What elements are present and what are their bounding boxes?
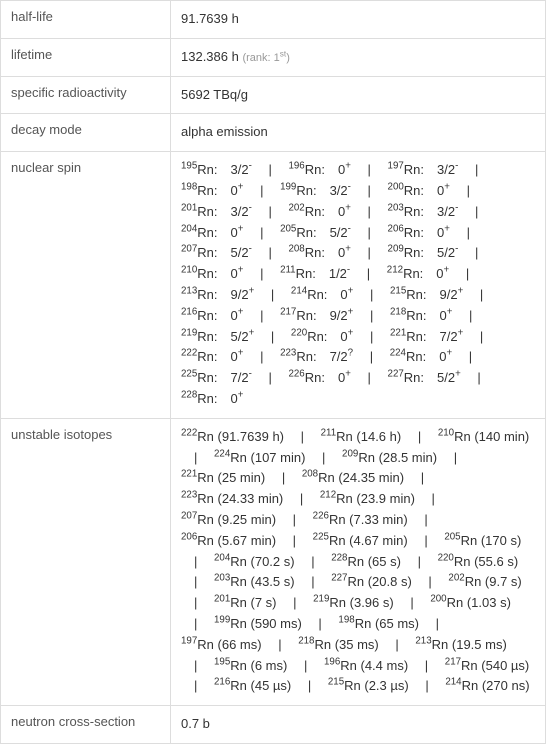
unstable-isotope-entry: 214Rn (270 ns) (445, 678, 529, 693)
nuclear-spin-entry: 223Rn: 7/2? (280, 349, 353, 364)
unstable-isotope-entry: 200Rn (1.03 s) (430, 595, 511, 610)
value-unstable-isotopes: 222Rn (91.7639 h) | 211Rn (14.6 h) | 210… (171, 418, 546, 705)
label-neutron-cross-section: neutron cross-section (1, 706, 171, 744)
label-half-life: half-life (1, 1, 171, 39)
unstable-isotope-entry: 213Rn (19.5 ms) (415, 637, 506, 652)
unstable-isotope-entry: 207Rn (9.25 min) (181, 512, 276, 527)
unstable-isotope-entry: 209Rn (28.5 min) (342, 450, 437, 465)
unstable-isotope-entry: 222Rn (91.7639 h) (181, 429, 284, 444)
nuclear-spin-entry: 196Rn: 0+ (288, 162, 350, 177)
unstable-isotope-entry: 219Rn (3.96 s) (313, 595, 394, 610)
value-nuclear-spin: 195Rn: 3/2- | 196Rn: 0+ | 197Rn: 3/2- | … (171, 152, 546, 419)
unstable-isotope-entry: 195Rn (6 ms) (214, 658, 287, 673)
unstable-isotope-entry: 225Rn (4.67 min) (313, 533, 408, 548)
unstable-isotope-entry: 203Rn (43.5 s) (214, 574, 295, 589)
unstable-isotope-entry: 196Rn (4.4 ms) (324, 658, 408, 673)
unstable-isotope-entry: 206Rn (5.67 min) (181, 533, 276, 548)
nuclear-spin-entry: 203Rn: 3/2- (388, 204, 459, 219)
label-unstable-isotopes: unstable isotopes (1, 418, 171, 705)
nuclear-spin-entry: 218Rn: 0+ (390, 308, 452, 323)
row-neutron-cross-section: neutron cross-section 0.7 b (1, 706, 546, 744)
unstable-isotope-entry: 216Rn (45 µs) (214, 678, 291, 693)
unstable-isotope-entry: 210Rn (140 min) (438, 429, 529, 444)
nuclear-spin-entry: 222Rn: 0+ (181, 349, 243, 364)
nuclear-spin-entry: 202Rn: 0+ (288, 204, 350, 219)
unstable-isotope-entry: 226Rn (7.33 min) (313, 512, 408, 527)
unstable-isotope-entry: 201Rn (7 s) (214, 595, 277, 610)
unstable-isotope-entry: 199Rn (590 ms) (214, 616, 302, 631)
value-half-life: 91.7639 h (171, 1, 546, 39)
row-half-life: half-life 91.7639 h (1, 1, 546, 39)
unstable-isotope-entry: 212Rn (23.9 min) (320, 491, 415, 506)
nuclear-spin-entry: 213Rn: 9/2+ (181, 287, 254, 302)
unstable-isotope-entry: 221Rn (25 min) (181, 470, 265, 485)
label-specific-radioactivity: specific radioactivity (1, 76, 171, 114)
nuclear-spin-entry: 220Rn: 0+ (291, 329, 353, 344)
row-nuclear-spin: nuclear spin 195Rn: 3/2- | 196Rn: 0+ | 1… (1, 152, 546, 419)
label-decay-mode: decay mode (1, 114, 171, 152)
nuclear-spin-entry: 217Rn: 9/2+ (280, 308, 353, 323)
label-lifetime: lifetime (1, 38, 171, 76)
unstable-isotope-entry: 223Rn (24.33 min) (181, 491, 283, 506)
unstable-isotope-entry: 202Rn (9.7 s) (448, 574, 521, 589)
nuclear-spin-entry: 226Rn: 0+ (288, 370, 350, 385)
label-nuclear-spin: nuclear spin (1, 152, 171, 419)
nuclear-spin-entry: 225Rn: 7/2- (181, 370, 252, 385)
row-lifetime: lifetime 132.386 h (rank: 1st) (1, 38, 546, 76)
nuclear-spin-entry: 211Rn: 1/2- (280, 266, 350, 281)
unstable-isotope-entry: 224Rn (107 min) (214, 450, 305, 465)
unstable-isotope-entry: 228Rn (65 s) (331, 554, 401, 569)
nuclear-spin-entry: 227Rn: 5/2+ (388, 370, 461, 385)
value-lifetime: 132.386 h (rank: 1st) (171, 38, 546, 76)
unstable-isotope-entry: 208Rn (24.35 min) (302, 470, 404, 485)
row-specific-radioactivity: specific radioactivity 5692 TBq/g (1, 76, 546, 114)
nuclear-spin-entry: 200Rn: 0+ (388, 183, 450, 198)
nuclear-spin-entry: 195Rn: 3/2- (181, 162, 252, 177)
nuclear-spin-entry: 198Rn: 0+ (181, 183, 243, 198)
value-decay-mode: alpha emission (171, 114, 546, 152)
nuclear-spin-entry: 215Rn: 9/2+ (390, 287, 463, 302)
nuclear-spin-entry: 228Rn: 0+ (181, 391, 243, 406)
nuclear-spin-entry: 207Rn: 5/2- (181, 245, 252, 260)
nuclear-spin-entry: 205Rn: 5/2- (280, 225, 351, 240)
nuclear-spin-entry: 197Rn: 3/2- (388, 162, 459, 177)
row-unstable-isotopes: unstable isotopes 222Rn (91.7639 h) | 21… (1, 418, 546, 705)
nuclear-spin-entry: 208Rn: 0+ (288, 245, 350, 260)
unstable-isotope-entry: 205Rn (170 s) (444, 533, 521, 548)
value-neutron-cross-section: 0.7 b (171, 706, 546, 744)
lifetime-rank: (rank: 1st) (242, 52, 289, 64)
unstable-isotope-entry: 197Rn (66 ms) (181, 637, 262, 652)
nuclear-spin-entry: 212Rn: 0+ (387, 266, 449, 281)
unstable-isotope-entry: 211Rn (14.6 h) (321, 429, 402, 444)
nuclear-spin-entry: 209Rn: 5/2- (388, 245, 459, 260)
properties-table: half-life 91.7639 h lifetime 132.386 h (… (0, 0, 546, 744)
nuclear-spin-entry: 219Rn: 5/2+ (181, 329, 254, 344)
unstable-isotope-entry: 215Rn (2.3 µs) (328, 678, 409, 693)
nuclear-spin-entry: 224Rn: 0+ (390, 349, 452, 364)
unstable-isotope-entry: 198Rn (65 ms) (338, 616, 419, 631)
nuclear-spin-entry: 204Rn: 0+ (181, 225, 243, 240)
unstable-isotope-entry: 204Rn (70.2 s) (214, 554, 295, 569)
unstable-isotope-entry: 217Rn (540 µs) (445, 658, 529, 673)
nuclear-spin-entry: 201Rn: 3/2- (181, 204, 252, 219)
nuclear-spin-entry: 210Rn: 0+ (181, 266, 243, 281)
unstable-isotope-entry: 227Rn (20.8 s) (331, 574, 412, 589)
row-decay-mode: decay mode alpha emission (1, 114, 546, 152)
value-specific-radioactivity: 5692 TBq/g (171, 76, 546, 114)
unstable-isotope-entry: 220Rn (55.6 s) (438, 554, 519, 569)
nuclear-spin-entry: 216Rn: 0+ (181, 308, 243, 323)
lifetime-value: 132.386 h (181, 49, 239, 64)
nuclear-spin-entry: 214Rn: 0+ (291, 287, 353, 302)
unstable-isotope-entry: 218Rn (35 ms) (298, 637, 379, 652)
nuclear-spin-entry: 206Rn: 0+ (388, 225, 450, 240)
nuclear-spin-entry: 199Rn: 3/2- (280, 183, 351, 198)
nuclear-spin-entry: 221Rn: 7/2+ (390, 329, 463, 344)
